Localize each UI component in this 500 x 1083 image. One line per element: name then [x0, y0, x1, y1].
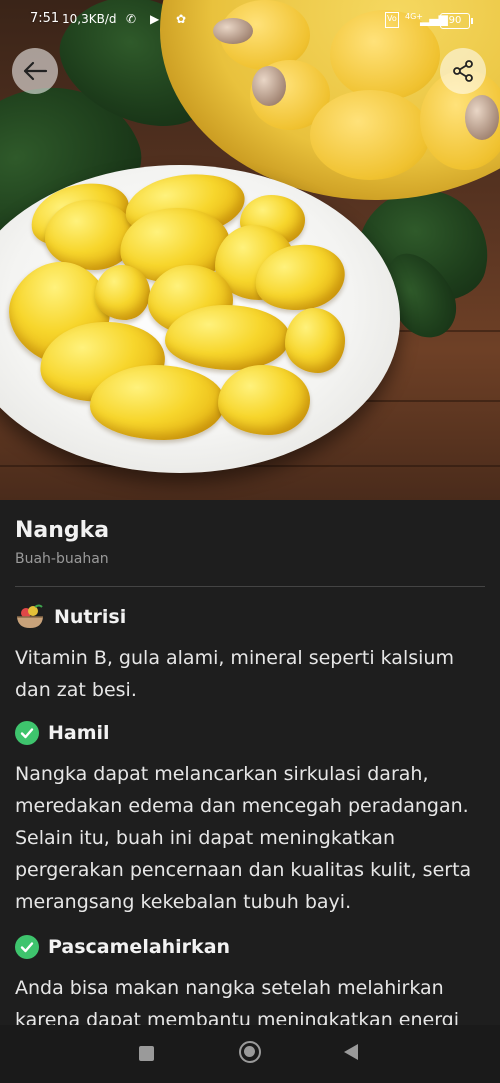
section-label: Pascamelahirkan — [48, 936, 231, 958]
check-circle-icon — [15, 721, 39, 745]
section-pascamelahirkan-text: Anda bisa makan nangka setelah melahirka… — [15, 977, 460, 1030]
system-nav-bar — [0, 1025, 500, 1083]
share-icon — [453, 60, 473, 82]
share-button[interactable] — [440, 48, 486, 94]
whatsapp-icon: ✆ — [126, 12, 137, 26]
fruit-photo — [0, 0, 500, 500]
section-nutrisi-header: Nutrisi — [15, 604, 126, 630]
status-bar: 7:51 10,3KB/d ✆ ▶ ✿ Vo 4G+ ▂▄▆ 90 — [0, 0, 500, 40]
section-pascamelahirkan-header: Pascamelahirkan — [15, 935, 230, 959]
recent-apps-button[interactable] — [139, 1046, 154, 1061]
back-button[interactable] — [12, 48, 58, 94]
section-label: Nutrisi — [54, 606, 127, 628]
status-time: 7:51 — [30, 11, 60, 26]
fruit-detail: Nangka Buah-buahan Nutrisi Vitamin B, gu… — [0, 500, 500, 1030]
arrow-left-icon — [23, 61, 48, 81]
section-nutrisi-text: Vitamin B, gula alami, mineral seperti k… — [15, 647, 454, 701]
nutrition-bowl-icon — [17, 604, 43, 628]
battery-icon: 90 — [440, 13, 473, 29]
app-notification-icon: ✿ — [176, 12, 187, 26]
network-speed: 10,3KB/d — [62, 12, 117, 26]
fruit-category: Buah-buahan — [15, 551, 109, 567]
section-hamil-header: Hamil — [15, 721, 110, 745]
youtube-icon: ▶ — [150, 12, 160, 26]
home-button[interactable] — [239, 1041, 261, 1063]
volte-icon: Vo — [385, 12, 399, 28]
check-circle-icon — [15, 935, 39, 959]
section-hamil-text: Nangka dapat melancarkan sirkulasi darah… — [15, 763, 472, 913]
section-label: Hamil — [48, 722, 110, 744]
fruit-title: Nangka — [15, 518, 110, 543]
back-nav-button[interactable] — [344, 1044, 358, 1060]
divider — [15, 586, 485, 587]
